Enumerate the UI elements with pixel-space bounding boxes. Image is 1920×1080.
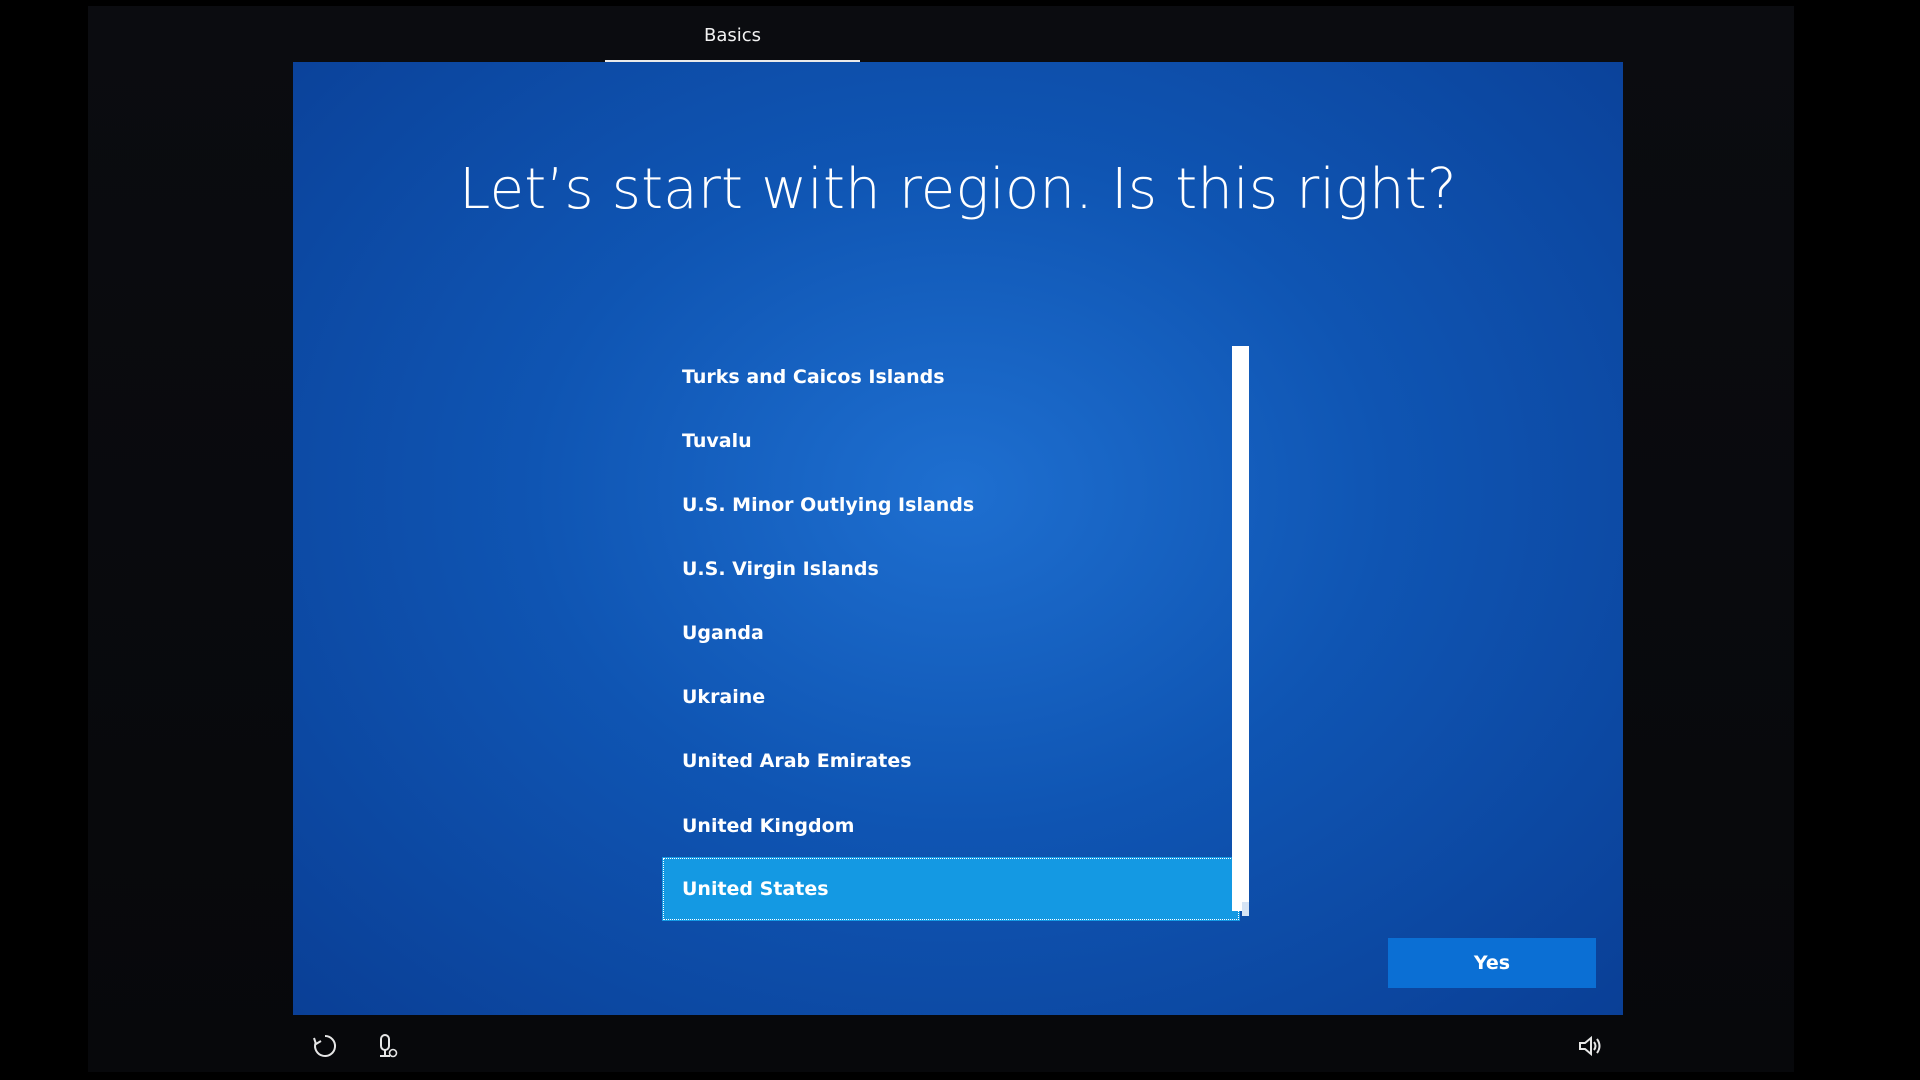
list-item[interactable]: Uganda [662,601,1240,665]
list-item[interactable]: United Kingdom [662,794,1240,858]
list-item[interactable]: U.S. Minor Outlying Islands [662,473,1240,537]
oobe-screen: Let’s start with region. Is this right? … [293,62,1623,1015]
microphone-icon[interactable] [373,1032,401,1060]
list-item[interactable]: Turks and Caicos Islands [662,345,1240,409]
list-item-selected[interactable]: United States [662,857,1240,921]
list-scrollbar[interactable] [1232,346,1249,911]
list-item[interactable]: U.S. Virgin Islands [662,537,1240,601]
region-list[interactable]: Turks and Caicos Islands Tuvalu U.S. Min… [662,345,1270,970]
list-item[interactable]: Tuvalu [662,409,1240,473]
ease-of-access-icon[interactable] [311,1032,339,1060]
page-title: Let’s start with region. Is this right? [459,157,1457,222]
list-item[interactable]: United Arab Emirates [662,729,1240,793]
volume-icon[interactable] [1576,1032,1604,1060]
list-item[interactable]: Ukraine [662,665,1240,729]
scrollbar-thumb[interactable] [1242,902,1249,916]
yes-button[interactable]: Yes [1388,938,1596,988]
